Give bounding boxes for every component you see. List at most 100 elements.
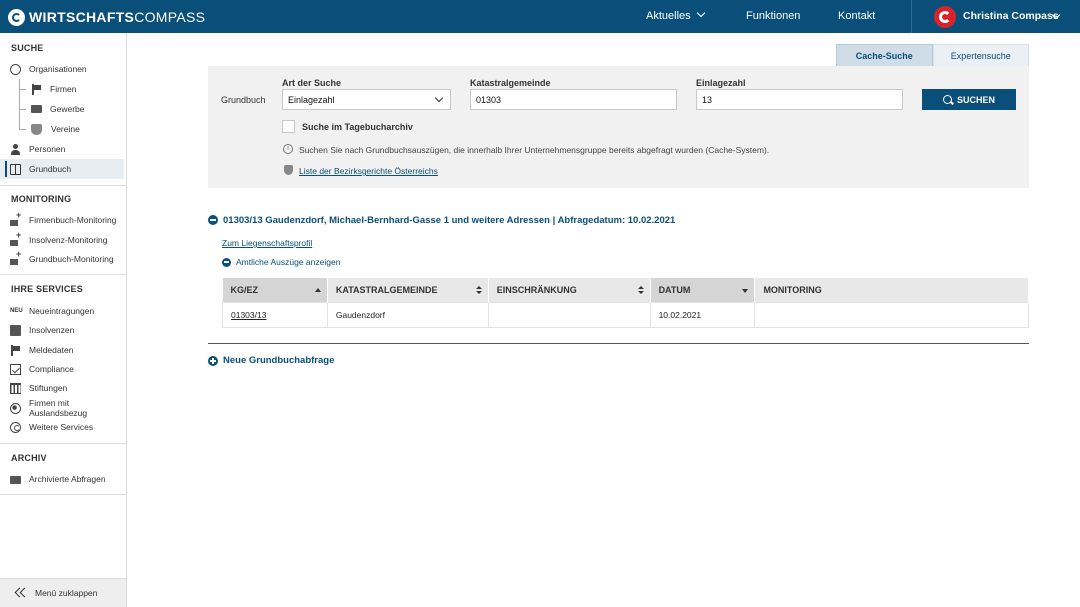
divider bbox=[208, 343, 1029, 344]
sidebar-item-archivierte-abfragen[interactable]: Archivierte Abfragen bbox=[0, 469, 124, 489]
tab-cache-suche[interactable]: Cache-Suche bbox=[836, 44, 933, 67]
sidebar-item-firmenbuch-monitoring[interactable]: Firmenbuch-Monitoring bbox=[0, 210, 124, 230]
sidebar-item-label: Personen bbox=[29, 144, 66, 154]
person-icon bbox=[10, 143, 21, 155]
checkbox-icon bbox=[10, 363, 21, 375]
sidebar-item-grundbuch-monitoring[interactable]: Grundbuch-Monitoring bbox=[0, 249, 124, 269]
column-header-datum[interactable]: DATUM bbox=[650, 278, 756, 302]
monitor-plus-icon bbox=[10, 230, 21, 246]
user-menu[interactable]: Christina Compass bbox=[911, 0, 1080, 33]
briefcase-icon bbox=[31, 105, 42, 113]
sidebar-item-label: Firmen bbox=[50, 84, 77, 94]
sidebar-item-insolvenzen[interactable]: Insolvenzen bbox=[0, 320, 124, 340]
bezirksgerichte-link[interactable]: Liste der Bezirksgerichte Österreichs bbox=[299, 166, 438, 176]
sidebar-item-label: Firmenbuch-Monitoring bbox=[29, 215, 117, 225]
section-title-suche: SUCHE bbox=[11, 43, 44, 53]
art-der-suche-value: Einlagezahl bbox=[288, 94, 335, 105]
copyright-icon bbox=[10, 421, 21, 433]
sidebar-item-vereine[interactable]: Vereine bbox=[0, 119, 124, 139]
sidebar-item-weitere-services[interactable]: Weitere Services bbox=[0, 417, 124, 437]
column-header-monitoring: MONITORING bbox=[754, 278, 1029, 302]
sidebar-item-insolvenz-monitoring[interactable]: Insolvenz-Monitoring bbox=[0, 230, 124, 250]
tagebuch-label: Suche im Tagebucharchiv bbox=[302, 122, 413, 132]
cell-kgez[interactable]: 01303/13 bbox=[222, 301, 328, 328]
cell-katastralgemeinde: Gaudenzdorf bbox=[326, 301, 489, 328]
einlagezahl-label: Einlagezahl bbox=[696, 78, 746, 88]
amtliche-auszuege-toggle[interactable]: Amtliche Auszüge anzeigen bbox=[222, 257, 340, 267]
info-text: Suchen Sie nach Grundbuchsauszügen, die … bbox=[299, 145, 770, 155]
search-tabs: Cache-Suche Expertensuche bbox=[836, 44, 1029, 67]
avatar bbox=[934, 6, 956, 28]
result-title: 01303/13 Gaudenzdorf, Michael-Bernhard-G… bbox=[223, 214, 676, 226]
sidebar-item-label: Firmen mit Auslandsbezug bbox=[29, 398, 88, 418]
nav-aktuelles-label: Aktuelles bbox=[646, 10, 691, 22]
katastralgemeinde-input[interactable]: 01303 bbox=[470, 89, 677, 110]
sidebar-item-grundbuch[interactable]: Grundbuch bbox=[0, 159, 124, 179]
table-header-row: KG/EZ KATASTRALGEMEINDE EINSCHRÄNKUNG DA… bbox=[222, 278, 1029, 302]
sidebar-item-label: Organisationen bbox=[29, 64, 87, 74]
column-header-katastralgemeinde[interactable]: KATASTRALGEMEINDE bbox=[327, 278, 489, 302]
sidebar-item-auslandsbezug[interactable]: Firmen mit Auslandsbezug bbox=[0, 398, 124, 418]
tab-expertensuche[interactable]: Expertensuche bbox=[932, 44, 1029, 67]
kgez-link[interactable]: 01303/13 bbox=[231, 310, 266, 320]
book-icon bbox=[10, 163, 21, 175]
columns-icon bbox=[10, 382, 21, 394]
info-icon: i bbox=[283, 144, 293, 154]
collapse-menu-button[interactable]: Menü zuklappen bbox=[0, 578, 126, 607]
sidebar-item-neueintragungen[interactable]: NEU Neueintragungen bbox=[0, 301, 124, 321]
column-header-kgez[interactable]: KG/EZ bbox=[222, 278, 328, 302]
sidebar-item-label: Archivierte Abfragen bbox=[29, 474, 106, 484]
sidebar-item-firmen[interactable]: Firmen bbox=[0, 79, 124, 99]
liegenschaftsprofil-link[interactable]: Zum Liegenschaftsprofil bbox=[222, 238, 312, 248]
result-header[interactable]: 01303/13 Gaudenzdorf, Michael-Bernhard-G… bbox=[208, 214, 675, 226]
section-title-services: IHRE SERVICES bbox=[11, 284, 83, 294]
user-name: Christina Compass bbox=[963, 10, 1059, 22]
sidebar-item-label: Insolvenz-Monitoring bbox=[29, 235, 108, 245]
search-button[interactable]: SUCHEN bbox=[922, 89, 1016, 110]
sidebar-item-personen[interactable]: Personen bbox=[0, 139, 124, 159]
table-row: 01303/13 Gaudenzdorf 10.02.2021 bbox=[222, 301, 1029, 328]
art-der-suche-select[interactable]: Einlagezahl bbox=[282, 89, 451, 110]
sidebar-item-label: Vereine bbox=[51, 124, 80, 134]
sidebar: SUCHE Organisationen Firmen Gewerbe Vere… bbox=[0, 33, 127, 607]
art-der-suche-label: Art der Suche bbox=[282, 78, 342, 88]
coat-of-arms-icon bbox=[284, 165, 293, 175]
sidebar-item-label: Grundbuch bbox=[29, 164, 72, 174]
sidebar-item-meldedaten[interactable]: Meldedaten bbox=[0, 340, 124, 360]
sidebar-item-gewerbe[interactable]: Gewerbe bbox=[0, 99, 124, 119]
nav-aktuelles[interactable]: Aktuelles bbox=[646, 0, 705, 33]
column-header-label: MONITORING bbox=[763, 284, 822, 295]
section-title-monitoring: MONITORING bbox=[11, 194, 72, 204]
sort-asc-icon bbox=[314, 288, 321, 292]
archive-icon bbox=[10, 476, 21, 484]
sort-icon bbox=[475, 286, 482, 295]
sidebar-item-label: Meldedaten bbox=[29, 345, 74, 355]
collapse-icon bbox=[222, 257, 231, 267]
logo[interactable]: WIRTSCHAFTSCOMPASS bbox=[8, 7, 205, 27]
column-header-einschraenkung[interactable]: EINSCHRÄNKUNG bbox=[488, 278, 651, 302]
cell-datum: 10.02.2021 bbox=[649, 301, 756, 328]
search-section-label: Grundbuch bbox=[221, 95, 266, 105]
cell-monitoring bbox=[754, 301, 1029, 328]
sidebar-item-organisationen[interactable]: Organisationen bbox=[0, 59, 124, 79]
new-query-button[interactable]: Neue Grundbuchabfrage bbox=[208, 355, 334, 366]
sidebar-item-label: Gewerbe bbox=[50, 104, 85, 114]
sidebar-item-label: Neueintragungen bbox=[29, 306, 95, 316]
nav-funktionen[interactable]: Funktionen bbox=[746, 0, 800, 33]
column-header-label: KG/EZ bbox=[230, 284, 259, 295]
nav-kontakt[interactable]: Kontakt bbox=[838, 0, 875, 33]
katastralgemeinde-label: Katastralgemeinde bbox=[470, 78, 551, 88]
divider bbox=[0, 185, 126, 186]
sort-desc-icon bbox=[742, 289, 749, 293]
sidebar-item-label: Stiftungen bbox=[29, 383, 68, 393]
column-header-label: KATASTRALGEMEINDE bbox=[335, 284, 438, 295]
monitor-plus-icon bbox=[10, 210, 21, 226]
sidebar-item-label: Weitere Services bbox=[29, 422, 94, 432]
sidebar-item-stiftungen[interactable]: Stiftungen bbox=[0, 378, 124, 398]
divider bbox=[0, 274, 126, 275]
compass-icon bbox=[10, 63, 21, 75]
einlagezahl-input[interactable]: 13 bbox=[696, 89, 903, 110]
sidebar-item-compliance[interactable]: Compliance bbox=[0, 359, 124, 379]
new-badge-icon: NEU bbox=[10, 307, 23, 314]
tagebuch-checkbox[interactable] bbox=[282, 120, 295, 133]
